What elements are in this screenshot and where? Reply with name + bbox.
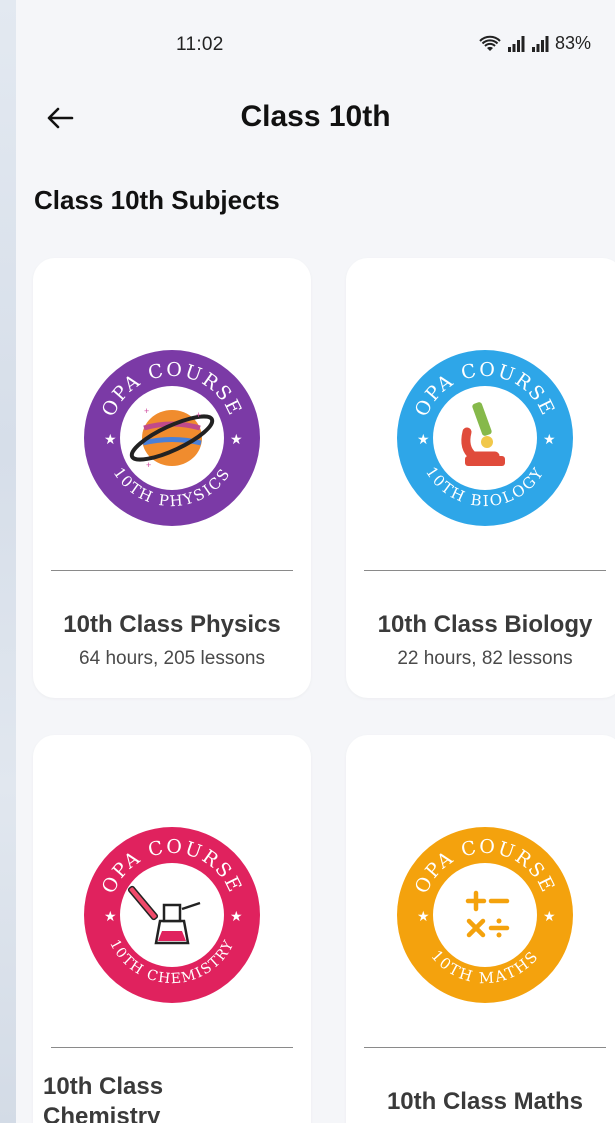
status-bar: 11:02 83% xyxy=(16,0,615,90)
physics-course-badge: OPA COURSE 10TH PHYSICS ★ ★ + + + xyxy=(84,350,260,526)
svg-text:★: ★ xyxy=(417,908,430,924)
background-edge xyxy=(0,0,16,1123)
svg-text:★: ★ xyxy=(543,908,556,924)
battery-percent: 83% xyxy=(554,33,591,53)
section-title: Class 10th Subjects xyxy=(34,185,280,215)
course-title: 10th Class Biology xyxy=(377,611,593,638)
svg-text:★: ★ xyxy=(104,431,117,447)
svg-text:★: ★ xyxy=(104,908,117,924)
course-title: 10th Class Maths xyxy=(386,1088,584,1115)
status-icons: 83% xyxy=(479,33,591,54)
course-card-biology[interactable]: OPA COURSE 10TH BIOLOGY ★ ★ 10th Class B… xyxy=(346,258,615,698)
chemistry-course-badge: OPA COURSE 10TH CHEMISTRY ★ ★ xyxy=(84,827,260,1003)
svg-text:★: ★ xyxy=(230,908,243,924)
status-time: 11:02 xyxy=(176,34,224,55)
svg-text:+: + xyxy=(146,460,151,470)
page-title: Class 10th xyxy=(240,100,391,133)
card-divider xyxy=(51,1047,293,1048)
app-bar: Class 10th xyxy=(16,90,615,146)
course-duration: 22 hours, 82 lessons xyxy=(397,648,573,669)
svg-text:★: ★ xyxy=(417,431,430,447)
course-card-maths[interactable]: OPA COURSE 10TH MATHS ★ ★ 10th Class Mat… xyxy=(346,735,615,1123)
wifi-icon xyxy=(479,35,501,51)
svg-text:★: ★ xyxy=(230,431,243,447)
svg-text:+: + xyxy=(144,406,149,416)
signal-icon-sim2 xyxy=(531,35,549,52)
card-divider xyxy=(51,570,293,571)
course-title: 10th Class Chemistry xyxy=(43,1073,164,1123)
biology-course-badge: OPA COURSE 10TH BIOLOGY ★ ★ xyxy=(397,350,573,526)
signal-icon xyxy=(507,35,525,52)
course-duration: 64 hours, 205 lessons xyxy=(79,648,265,669)
svg-text:★: ★ xyxy=(543,431,556,447)
phone-screen: 11:02 83% Class 10th Class 10th Subjects… xyxy=(16,0,615,1123)
svg-text:+: + xyxy=(196,410,201,420)
card-divider xyxy=(364,570,606,571)
card-divider xyxy=(364,1047,606,1048)
maths-course-badge: OPA COURSE 10TH MATHS ★ ★ xyxy=(397,827,573,1003)
course-card-chemistry[interactable]: OPA COURSE 10TH CHEMISTRY ★ ★ 10th Class… xyxy=(33,735,311,1123)
course-title: 10th Class Physics xyxy=(63,611,281,638)
course-card-physics[interactable]: OPA COURSE 10TH PHYSICS ★ ★ + + + 10th C… xyxy=(33,258,311,698)
